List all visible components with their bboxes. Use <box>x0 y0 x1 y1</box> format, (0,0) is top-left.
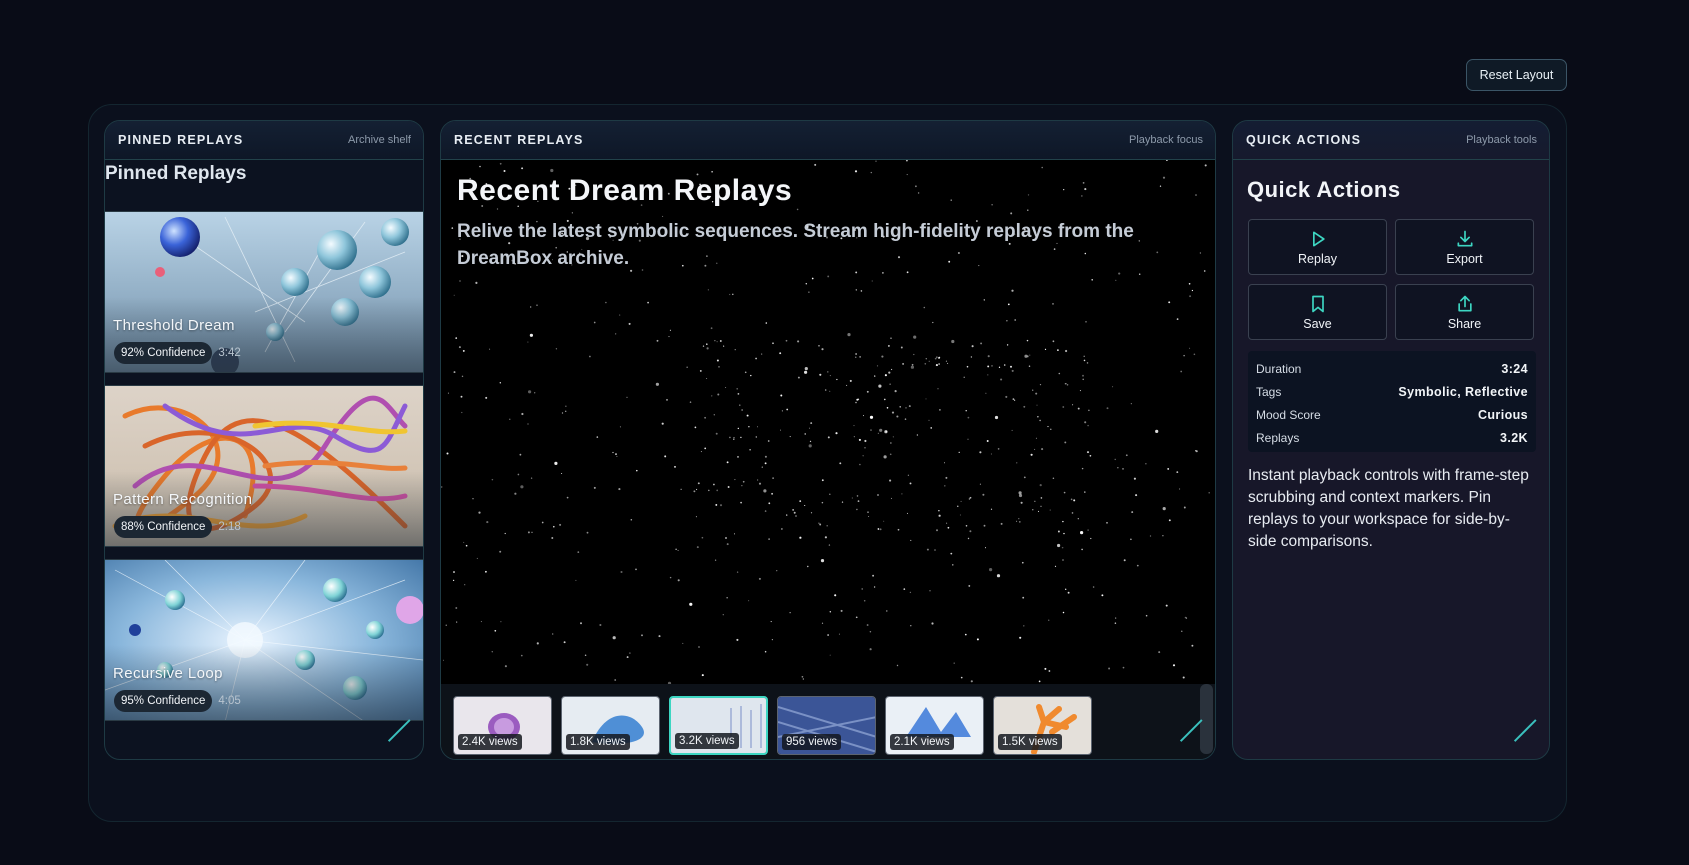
thumbnail-item[interactable]: 2.4K views <box>453 696 552 755</box>
resize-handle-icon[interactable] <box>1515 727 1539 751</box>
play-icon <box>1312 231 1325 246</box>
stat-value: Curious <box>1477 407 1528 422</box>
panel-title: RECENT REPLAYS <box>454 133 584 147</box>
save-button[interactable]: Save <box>1248 284 1387 340</box>
thumbnail-item[interactable]: 1.8K views <box>561 696 660 755</box>
panel-subtitle: Archive shelf <box>348 134 411 146</box>
views-badge: 2.4K views <box>458 734 522 750</box>
pinned-card-meta: 88% Confidence 2:18 <box>114 516 241 538</box>
thumbnail-item[interactable]: 2.1K views <box>885 696 984 755</box>
duration-label: 2:18 <box>218 521 241 533</box>
share-icon <box>1457 295 1472 311</box>
export-button[interactable]: Export <box>1395 219 1534 275</box>
quick-actions-heading: Quick Actions <box>1247 177 1401 202</box>
action-grid: Replay Export Save Share <box>1248 219 1536 340</box>
pinned-card[interactable]: Pattern Recognition 88% Confidence 2:18 <box>105 385 423 547</box>
pinned-card-meta: 92% Confidence 3:42 <box>114 342 241 364</box>
stat-value: Symbolic, Reflective <box>1398 384 1528 399</box>
share-button[interactable]: Share <box>1395 284 1534 340</box>
panel-header[interactable]: QUICK ACTIONS Playback tools <box>1233 121 1549 160</box>
action-label: Save <box>1303 316 1332 331</box>
reset-layout-button[interactable]: Reset Layout <box>1466 59 1567 91</box>
views-badge: 1.8K views <box>566 734 630 750</box>
thumbnail-item[interactable]: 956 views <box>777 696 876 755</box>
panel-title: QUICK ACTIONS <box>1246 133 1362 147</box>
recent-replays-panel: RECENT REPLAYS Playback focus Recent Dre… <box>440 120 1216 760</box>
pinned-heading: Pinned Replays <box>105 163 247 184</box>
quick-actions-panel: QUICK ACTIONS Playback tools Quick Actio… <box>1232 120 1550 760</box>
viewer-description: Relive the latest symbolic sequences. St… <box>457 221 1134 269</box>
confidence-badge: 88% Confidence <box>114 516 213 538</box>
bookmark-icon <box>1311 295 1324 312</box>
stat-key: Tags <box>1256 384 1282 399</box>
panel-header[interactable]: PINNED REPLAYS Archive shelf <box>105 121 423 160</box>
confidence-badge: 95% Confidence <box>114 690 213 712</box>
replay-viewer[interactable]: Recent Dream Replays Relive the latest s… <box>441 160 1215 684</box>
pinned-card[interactable]: Threshold Dream 92% Confidence 3:42 <box>105 211 423 373</box>
pinned-card-title: Recursive Loop <box>113 665 223 682</box>
views-badge: 2.1K views <box>890 734 954 750</box>
stat-row: Mood Score Curious <box>1256 403 1528 426</box>
resize-handle-icon[interactable] <box>389 727 413 751</box>
panel-subtitle: Playback focus <box>1129 134 1203 146</box>
views-badge: 1.5K views <box>998 734 1062 750</box>
stat-key: Mood Score <box>1256 407 1321 422</box>
pinned-card-meta: 95% Confidence 4:05 <box>114 690 241 712</box>
panel-subtitle: Playback tools <box>1466 134 1537 146</box>
replay-button[interactable]: Replay <box>1248 219 1387 275</box>
duration-label: 3:42 <box>218 347 241 359</box>
stat-row: Replays 3.2K <box>1256 426 1528 449</box>
pinned-card-title: Threshold Dream <box>113 317 235 334</box>
stat-key: Replays <box>1256 430 1300 445</box>
download-icon <box>1457 230 1472 246</box>
replay-stats: Duration 3:24 Tags Symbolic, Reflective Mo… <box>1248 351 1536 452</box>
views-badge: 3.2K views <box>675 733 739 749</box>
views-badge: 956 views <box>782 734 842 750</box>
stat-value: 3:24 <box>1501 361 1528 376</box>
panel-header[interactable]: RECENT REPLAYS Playback focus <box>441 121 1215 160</box>
pinned-replays-panel: PINNED REPLAYS Archive shelf Pinned Repl… <box>104 120 424 760</box>
stat-value: 3.2K <box>1499 430 1528 445</box>
stat-row: Tags Symbolic, Reflective <box>1256 380 1528 403</box>
viewer-title: Recent Dream Replays <box>457 174 793 207</box>
duration-label: 4:05 <box>218 695 241 707</box>
thumbnail-item[interactable]: 3.2K views <box>669 696 768 755</box>
pinned-card[interactable]: Recursive Loop 95% Confidence 4:05 <box>105 559 423 721</box>
action-label: Share <box>1447 316 1482 331</box>
action-label: Replay <box>1298 251 1337 266</box>
confidence-badge: 92% Confidence <box>114 342 213 364</box>
action-label: Export <box>1446 251 1483 266</box>
resize-handle-icon[interactable] <box>1181 727 1205 751</box>
stat-row: Duration 3:24 <box>1256 357 1528 380</box>
thumbnail-strip: 2.4K views 1.8K views 3.2K views 956 vie… <box>441 684 1215 759</box>
thumbnail-item[interactable]: 1.5K views <box>993 696 1092 755</box>
quick-actions-description: Instant playback controls with frame-ste… <box>1248 467 1529 550</box>
stat-key: Duration <box>1256 361 1302 376</box>
pinned-card-title: Pattern Recognition <box>113 491 253 508</box>
panel-title: PINNED REPLAYS <box>118 133 244 147</box>
